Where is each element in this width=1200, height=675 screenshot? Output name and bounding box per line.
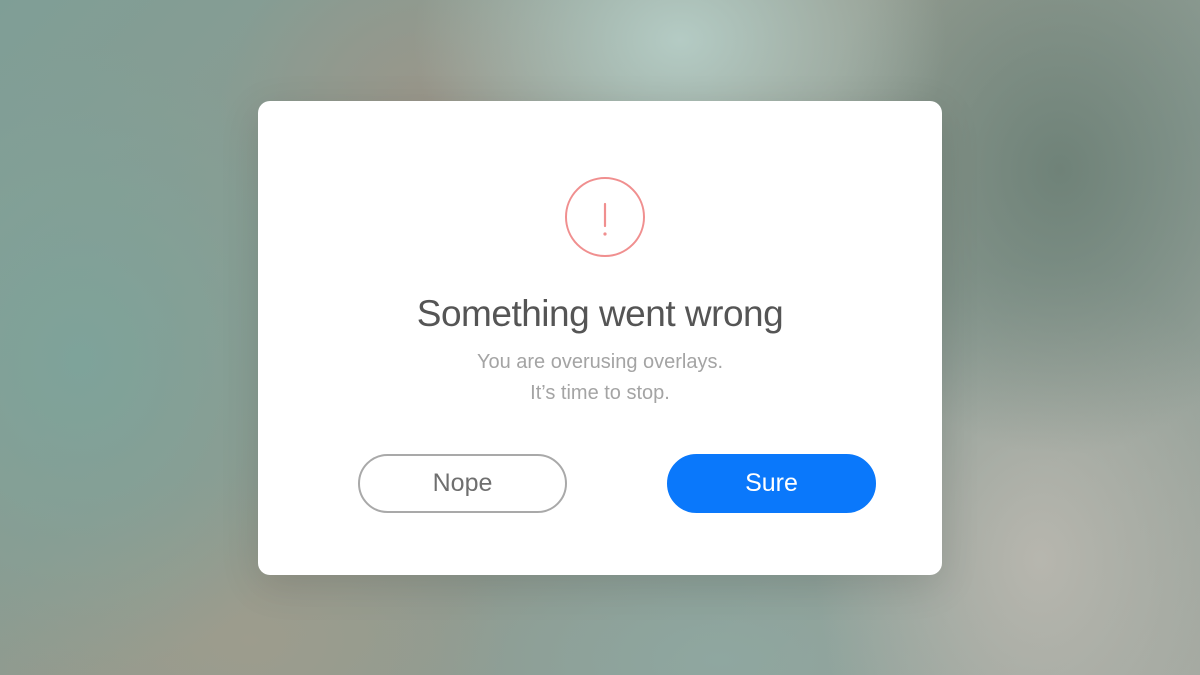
dialog-message: You are overusing overlays. It’s time to… (258, 347, 942, 409)
exclamation-mark-icon (603, 202, 607, 236)
dialog-message-line-2: It’s time to stop. (530, 382, 670, 404)
alert-dialog: Something went wrong You are overusing o… (258, 101, 942, 575)
sure-button[interactable]: Sure (667, 454, 876, 513)
dialog-message-line-1: You are overusing overlays. (476, 351, 724, 373)
nope-button[interactable]: Nope (358, 454, 567, 513)
dialog-title: Something went wrong (416, 293, 784, 334)
exclamation-circle-icon (565, 177, 645, 257)
